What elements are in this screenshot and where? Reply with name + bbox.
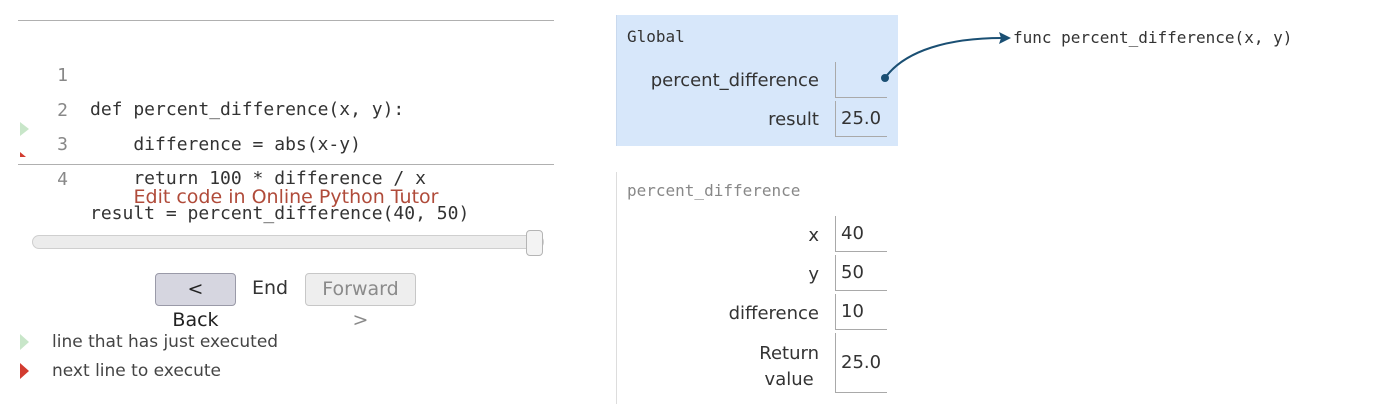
pointer-dot-icon xyxy=(881,74,889,82)
pointer-arrow xyxy=(881,32,1011,82)
pointer-line xyxy=(884,37,1003,79)
